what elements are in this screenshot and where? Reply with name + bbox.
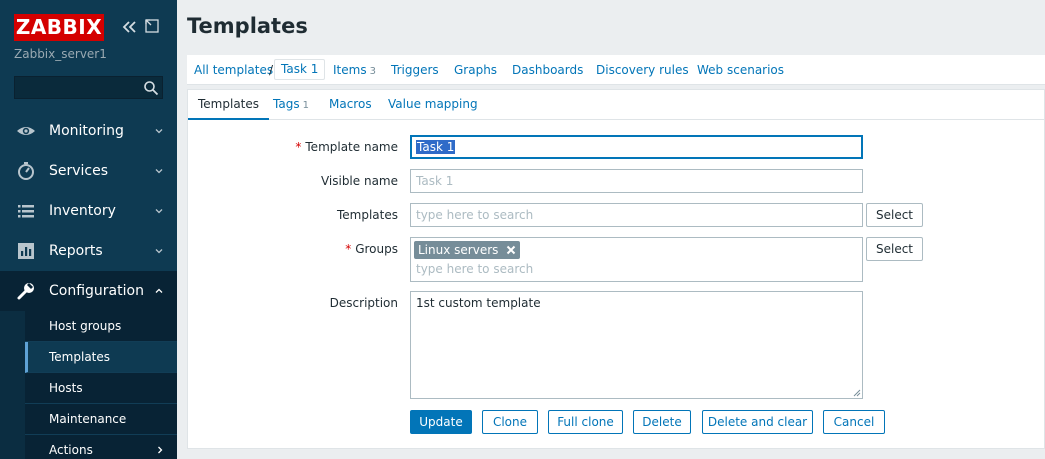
- chevron-down-icon: [155, 249, 163, 254]
- menu-label-monitoring: Monitoring: [49, 123, 124, 139]
- menu-inventory[interactable]: Inventory: [0, 191, 177, 231]
- kiosk-mode-icon[interactable]: [145, 19, 159, 33]
- groups-search-placeholder: type here to search: [416, 262, 534, 276]
- groups-label-text: Groups: [355, 242, 398, 256]
- link-discovery-rules[interactable]: Discovery rules: [596, 55, 689, 85]
- tab-templates[interactable]: Templates: [188, 90, 270, 120]
- required-mark: *: [345, 242, 352, 256]
- full-clone-button[interactable]: Full clone: [548, 410, 623, 434]
- zabbix-logo[interactable]: ZABBIX: [14, 14, 104, 41]
- tab-tags[interactable]: Tags 1: [273, 90, 309, 120]
- submenu-item-host-groups[interactable]: Host groups: [25, 311, 177, 342]
- group-chip-label: Linux servers: [418, 243, 499, 257]
- main-content: Templates All templates / Task 1 Items 3 …: [177, 0, 1045, 459]
- sidebar: ZABBIX Zabbix_server1 Monitoring Service…: [0, 0, 177, 459]
- template-name-input[interactable]: Task 1: [410, 135, 863, 159]
- delete-button[interactable]: Delete: [633, 410, 691, 434]
- update-button[interactable]: Update: [410, 410, 472, 434]
- submenu-label: Maintenance: [49, 412, 127, 426]
- groups-label: * Groups: [345, 242, 398, 256]
- description-label: Description: [329, 296, 398, 310]
- configuration-submenu: Host groups Templates Hosts Maintenance …: [0, 311, 177, 459]
- chevron-up-icon: [155, 288, 163, 293]
- template-navigation: All templates / Task 1 Items 3 Triggers G…: [187, 55, 1045, 85]
- remove-chip-icon[interactable]: [506, 245, 516, 255]
- chevron-down-icon: [155, 129, 163, 134]
- visible-name-placeholder: Task 1: [416, 174, 454, 188]
- submenu-label: Templates: [49, 350, 111, 364]
- submenu-label: Actions: [49, 443, 93, 457]
- bar-chart-icon: [18, 243, 34, 259]
- template-name-label: * Template name: [295, 140, 398, 154]
- group-chip-linux-servers: Linux servers: [414, 241, 521, 259]
- templates-placeholder: type here to search: [416, 208, 534, 222]
- submenu-item-hosts[interactable]: Hosts: [25, 373, 177, 404]
- link-items-label: Items: [333, 63, 367, 77]
- menu-label-reports: Reports: [49, 243, 103, 259]
- template-name-label-text: Template name: [305, 140, 398, 154]
- menu-reports[interactable]: Reports: [0, 231, 177, 271]
- link-web-scenarios[interactable]: Web scenarios: [697, 55, 784, 85]
- link-triggers[interactable]: Triggers: [391, 55, 439, 85]
- menu-label-configuration: Configuration: [49, 283, 144, 299]
- list-icon: [18, 205, 34, 218]
- resize-handle-icon[interactable]: [853, 389, 861, 397]
- link-items[interactable]: Items 3: [333, 55, 376, 85]
- tags-count: 1: [302, 100, 309, 111]
- link-dashboards[interactable]: Dashboards: [512, 55, 583, 85]
- breadcrumb-separator: /: [269, 63, 274, 77]
- chevron-right-icon: [158, 446, 163, 454]
- collapse-sidebar-icon[interactable]: [121, 19, 137, 35]
- template-form: Templates Tags 1 Macros Value mapping * Te…: [187, 89, 1045, 449]
- cancel-button[interactable]: Cancel: [823, 410, 885, 434]
- submenu-item-actions[interactable]: Actions: [25, 435, 177, 459]
- tab-macros[interactable]: Macros: [329, 90, 372, 120]
- description-value: 1st custom template: [416, 296, 541, 310]
- wrench-icon: [17, 283, 34, 300]
- server-name: Zabbix_server1: [14, 47, 107, 61]
- search-icon[interactable]: [143, 80, 159, 96]
- templates-label: Templates: [336, 208, 398, 222]
- link-current-template[interactable]: Task 1: [274, 59, 326, 80]
- link-all-templates[interactable]: All templates: [194, 55, 273, 85]
- menu-label-services: Services: [49, 163, 109, 179]
- submenu-label: Hosts: [49, 381, 83, 395]
- groups-multiselect[interactable]: Linux servers type here to search: [410, 237, 863, 282]
- description-textarea[interactable]: 1st custom template: [410, 291, 863, 399]
- eye-icon: [17, 127, 35, 135]
- tab-tags-label: Tags: [273, 97, 300, 111]
- menu-label-inventory: Inventory: [49, 203, 116, 219]
- menu-configuration[interactable]: Configuration: [0, 271, 177, 311]
- chevron-down-icon: [155, 169, 163, 174]
- page-title: Templates: [187, 14, 308, 38]
- required-mark: *: [295, 140, 302, 154]
- submenu-item-templates[interactable]: Templates: [25, 342, 177, 373]
- items-count: 3: [369, 66, 376, 77]
- submenu-item-maintenance[interactable]: Maintenance: [25, 404, 177, 435]
- sidebar-search-input[interactable]: [14, 76, 163, 99]
- visible-name-label: Visible name: [320, 174, 398, 188]
- link-graphs[interactable]: Graphs: [454, 55, 497, 85]
- form-tabs: Templates Tags 1 Macros Value mapping: [188, 90, 1044, 120]
- stopwatch-icon: [18, 162, 34, 180]
- chevron-down-icon: [155, 209, 163, 214]
- clone-button[interactable]: Clone: [482, 410, 538, 434]
- groups-select-button[interactable]: Select: [866, 237, 923, 261]
- templates-select-button[interactable]: Select: [866, 203, 923, 227]
- tab-value-mapping[interactable]: Value mapping: [388, 90, 478, 120]
- delete-and-clear-button[interactable]: Delete and clear: [702, 410, 813, 434]
- submenu-label: Host groups: [49, 319, 122, 333]
- visible-name-input[interactable]: Task 1: [410, 169, 863, 193]
- menu-services[interactable]: Services: [0, 151, 177, 191]
- menu-monitoring[interactable]: Monitoring: [0, 111, 177, 151]
- templates-search-input[interactable]: type here to search: [410, 203, 863, 227]
- submenu-rail: [0, 311, 25, 459]
- template-name-value: Task 1: [416, 140, 456, 154]
